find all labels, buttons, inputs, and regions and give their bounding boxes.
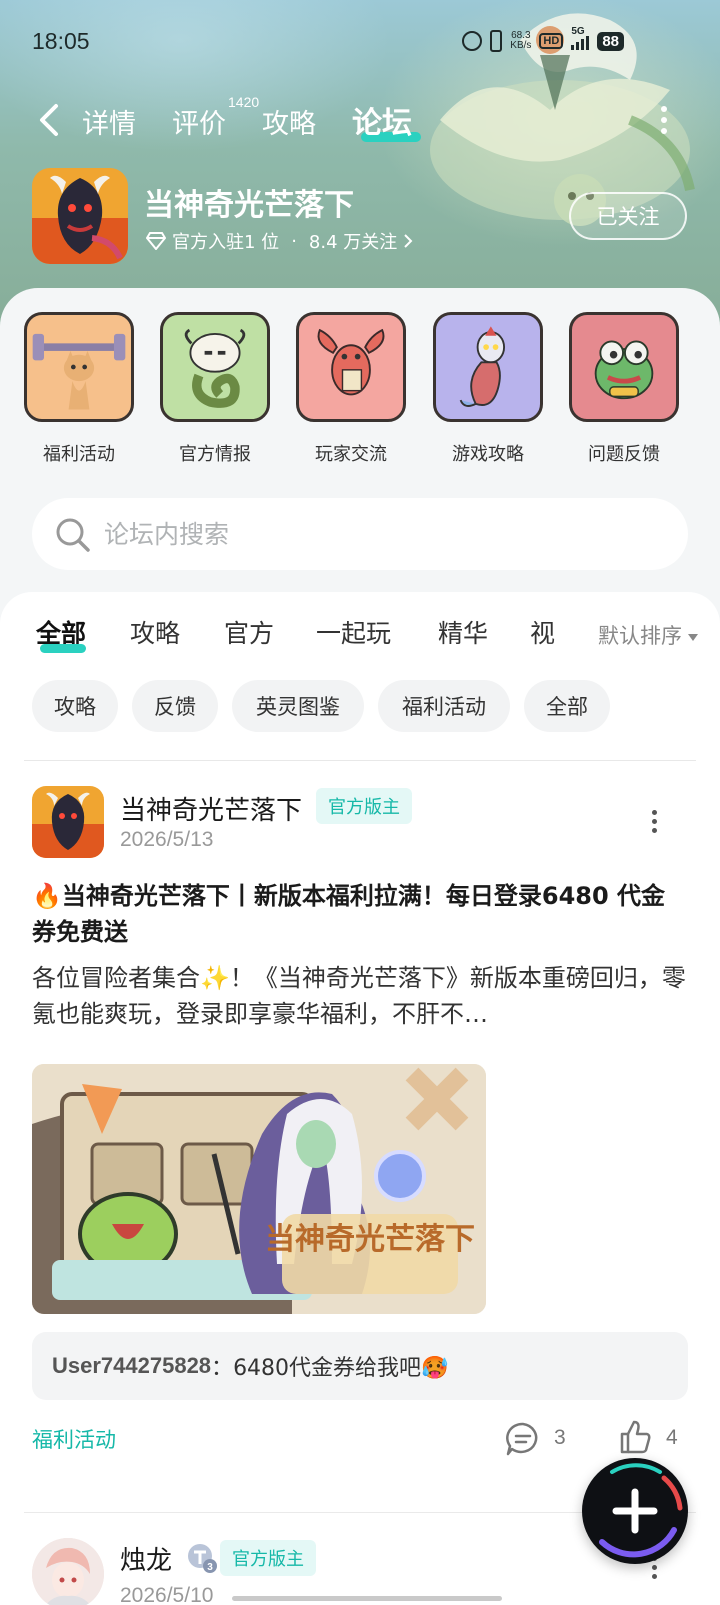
home-indicator[interactable]	[232, 1596, 502, 1601]
status-icons: 68.3 KB/s HD 5G 88	[462, 26, 624, 52]
author-avatar[interactable]	[32, 786, 104, 858]
back-arrow-icon[interactable]	[34, 100, 66, 140]
chip-feedback[interactable]: 反馈	[132, 680, 218, 732]
tab-reviews[interactable]: 评价	[172, 102, 226, 141]
moderator-badge: 官方版主	[220, 1540, 316, 1576]
post-tag[interactable]: 福利活动	[32, 1424, 116, 1454]
thumbs-up-icon[interactable]	[616, 1418, 654, 1456]
feed-tab-video[interactable]: 视	[530, 614, 555, 650]
chip-guides[interactable]: 攻略	[32, 680, 118, 732]
category-grid: 福利活动 官方情报 玩家交流 游戏攻略 问题反馈	[0, 312, 720, 472]
frog-icon	[569, 312, 679, 422]
status-time: 18:05	[32, 28, 90, 54]
chip-hero-atlas[interactable]: 英灵图鉴	[232, 680, 364, 732]
net-speed: 68.3 KB/s	[510, 31, 531, 51]
feed-tabs: 全部 攻略 官方 一起玩 精华 视 默认排序	[0, 614, 720, 664]
like-count: 4	[666, 1426, 678, 1449]
category-feedback[interactable]: 问题反馈	[568, 312, 680, 466]
chevron-right-icon	[404, 234, 413, 248]
diamond-icon	[146, 232, 166, 250]
plus-icon	[612, 1488, 658, 1534]
cow-snake-icon	[160, 312, 270, 422]
comment-text: 6480代金券给我吧🥵	[233, 1356, 449, 1381]
category-official-news[interactable]: 官方情报	[159, 312, 271, 466]
sort-label: 默认排序	[598, 624, 682, 648]
weightlifting-cat-icon	[24, 312, 134, 422]
comment-icon[interactable]	[504, 1420, 542, 1458]
caret-down-icon	[688, 633, 698, 641]
crayfish-icon	[296, 312, 406, 422]
feed-tab-underline	[40, 644, 86, 653]
search-icon	[56, 518, 90, 552]
feed-tab-guides[interactable]: 攻略	[130, 614, 180, 650]
comment-separator: ：	[211, 1356, 234, 1381]
vibrate-icon	[490, 30, 503, 52]
level-number: 3	[207, 1562, 213, 1573]
category-player-chat[interactable]: 玩家交流	[295, 312, 407, 466]
chip-welfare[interactable]: 福利活动	[378, 680, 510, 732]
signal-icon: 5G	[571, 26, 590, 50]
official-count: 官方入驻1 位	[172, 232, 280, 253]
more-menu-icon[interactable]	[660, 106, 668, 134]
post-title[interactable]: 🔥当神奇光芒落下丨新版本福利拉满！每日登录6480 代金券免费送	[32, 878, 672, 950]
feed-tab-play-together[interactable]: 一起玩	[316, 614, 391, 650]
category-label: 游戏攻略	[452, 444, 524, 465]
category-label: 问题反馈	[588, 444, 660, 465]
game-info-row: 当神奇光芒落下 官方入驻1 位 · 8.4 万关注 已关注	[0, 166, 720, 266]
post-footer: 福利活动 3 4	[0, 1420, 720, 1460]
game-title: 当神奇光芒落下	[144, 188, 354, 223]
category-label: 福利活动	[43, 444, 115, 465]
tab-details[interactable]: 详情	[82, 102, 136, 141]
forum-panel: 福利活动 官方情报 玩家交流 游戏攻略 问题反馈 论坛内搜索 全部 攻略 官方 …	[0, 288, 720, 1605]
category-welfare[interactable]: 福利活动	[23, 312, 135, 466]
comment-count: 3	[554, 1426, 566, 1449]
moderator-badge: 官方版主	[316, 788, 412, 824]
author-name[interactable]: 烛龙	[120, 1540, 172, 1577]
post-feed: 全部 攻略 官方 一起玩 精华 视 默认排序 攻略 反馈 英灵图鉴 福利活动 全…	[0, 592, 720, 1605]
level-badge-icon: 3	[188, 1544, 217, 1573]
filter-chips: 攻略 反馈 英灵图鉴 福利活动 全部	[32, 680, 712, 732]
search-input[interactable]	[104, 514, 664, 554]
image-logo-text: 当神奇光芒落下	[265, 1222, 475, 1257]
follower-count: 8.4 万关注	[308, 232, 398, 253]
alarm-icon	[462, 31, 483, 51]
forum-search-bar[interactable]	[32, 498, 688, 570]
category-game-guides[interactable]: 游戏攻略	[432, 312, 544, 466]
hero-fish-icon	[433, 312, 543, 422]
author-avatar[interactable]	[32, 1538, 104, 1605]
net-speed-unit: KB/s	[510, 40, 532, 51]
tab-forum[interactable]: 论坛	[352, 98, 412, 142]
comment-user[interactable]: User744275828	[52, 1353, 211, 1379]
network-type: 5G	[571, 26, 585, 37]
follow-button[interactable]: 已关注	[569, 192, 687, 240]
status-bar: 18:05 68.3 KB/s HD 5G 88	[0, 0, 720, 80]
top-comment[interactable]: User744275828： 6480代金券给我吧🥵	[32, 1332, 688, 1400]
chip-all[interactable]: 全部	[524, 680, 610, 732]
create-post-button[interactable]	[582, 1458, 688, 1564]
battery-icon: 88	[597, 31, 624, 51]
game-app-icon[interactable]	[32, 168, 128, 264]
post-image[interactable]: 当神奇光芒落下	[32, 1064, 486, 1314]
category-label: 玩家交流	[315, 444, 387, 465]
divider	[24, 760, 696, 761]
author-name[interactable]: 当神奇光芒落下	[120, 790, 302, 827]
post-date: 2026/5/10	[120, 1584, 214, 1605]
feed-tab-featured[interactable]: 精华	[438, 614, 488, 650]
hd-icon: HD	[539, 33, 564, 49]
game-meta[interactable]: 官方入驻1 位 · 8.4 万关注	[146, 228, 413, 254]
post-date: 2026/5/13	[120, 828, 214, 851]
top-nav: 详情 评价 1420 攻略 论坛	[0, 92, 720, 146]
review-count-badge: 1420	[228, 94, 260, 110]
tab-guides[interactable]: 攻略	[262, 102, 316, 141]
category-label: 官方情报	[179, 444, 251, 465]
post-body[interactable]: 各位冒险者集合✨！《当神奇光芒落下》新版本重磅回归，零氪也能爽玩，登录即享豪华福…	[32, 960, 688, 1032]
meta-separator: ·	[291, 230, 297, 252]
sort-dropdown[interactable]: 默认排序	[580, 620, 698, 650]
feed-tab-official[interactable]: 官方	[224, 614, 274, 650]
post-more-icon[interactable]	[652, 810, 658, 834]
